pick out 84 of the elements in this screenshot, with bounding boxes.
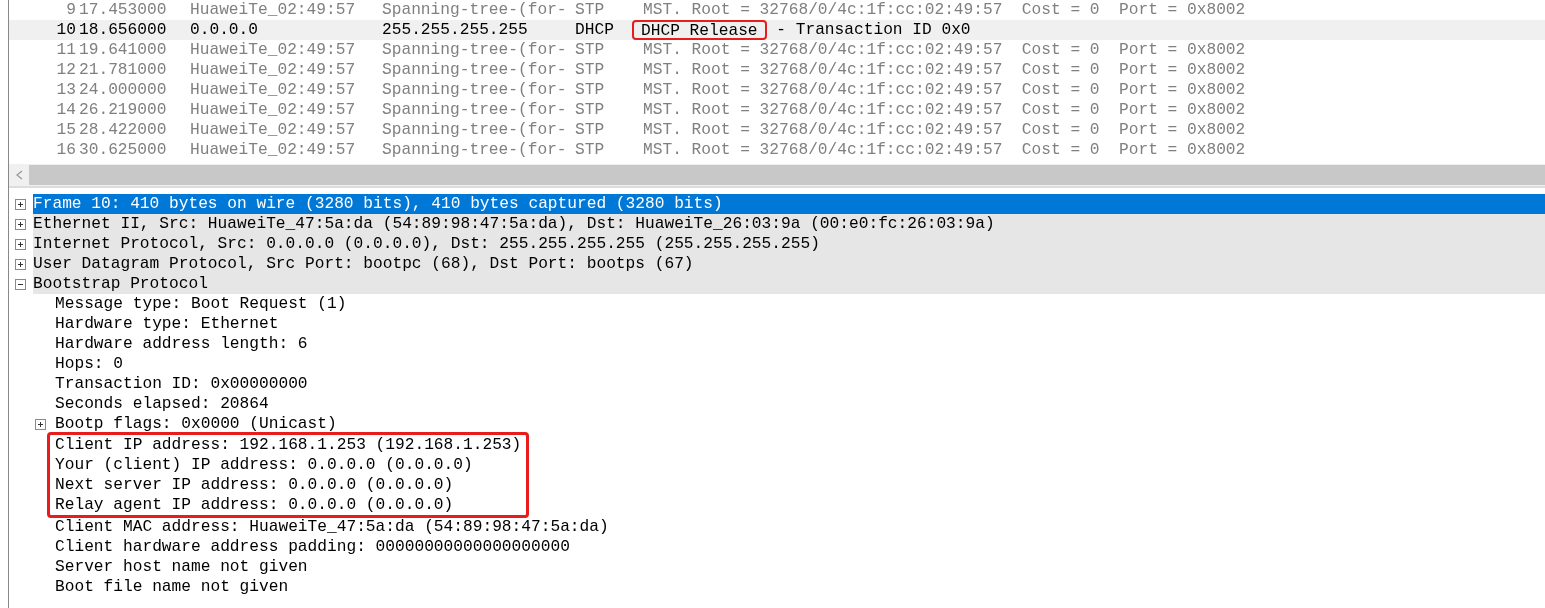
packet-number: 16 (55, 140, 77, 160)
tree-leaf[interactable]: Next server IP address: 0.0.0.0 (0.0.0.0) (55, 475, 522, 495)
tree-leaf[interactable]: Server host name not given (9, 557, 1545, 578)
packet-time: 24.000000 (79, 80, 168, 100)
tree-leaf[interactable]: Your (client) IP address: 0.0.0.0 (0.0.0.0) (55, 455, 522, 475)
packet-number: 9 (65, 0, 77, 20)
packet-number: 11 (55, 40, 77, 60)
tree-leaf[interactable]: Hardware type: Ethernet (9, 314, 1545, 334)
packet-destination: Spanning-tree-(for- (382, 100, 568, 120)
tree-leaf[interactable]: Boot file name not given (9, 577, 1545, 598)
tree-leaf[interactable]: Bootp flags: 0x0000 (Unicast) (55, 414, 337, 434)
packet-protocol: STP (575, 120, 606, 140)
packet-time: 18.656000 (79, 20, 168, 40)
tree-leaf[interactable]: Seconds elapsed: 20864 (9, 394, 1545, 414)
packet-row[interactable]: 15 28.422000 HuaweiTe_02:49:57 Spanning-tree-(for- STP MST. Root = 32768/0/4c:1f:cc:02:49:57 Cost = 0 Port = 0x8002 (9, 120, 1545, 140)
packet-time: 19.641000 (79, 40, 168, 60)
tree-leaf[interactable]: Hardware address length: 6 (9, 334, 1545, 354)
tree-leaf[interactable]: Client MAC address: HuaweiTe_47:5a:da (54:89:98:47:5a:da) (9, 517, 1545, 538)
horizontal-scrollbar[interactable] (29, 165, 1545, 185)
expand-icon[interactable] (15, 198, 26, 210)
packet-row[interactable]: 10 18.656000 0.0.0.0 255.255.255.255 DHCP DHCP Release - Transaction ID 0x0 (9, 20, 1545, 40)
tree-node[interactable]: Frame 10: 410 bytes on wire (3280 bits), 410 bytes captured (3280 bits) (33, 194, 1545, 214)
packet-destination: Spanning-tree-(for- (382, 120, 568, 140)
expand-icon[interactable] (35, 418, 46, 430)
packet-protocol: STP (575, 140, 606, 160)
packet-info: - Transaction ID 0x0 (775, 20, 971, 40)
packet-source: HuaweiTe_02:49:57 (190, 120, 357, 140)
packet-row[interactable]: 13 24.000000 HuaweiTe_02:49:57 Spanning-tree-(for- STP MST. Root = 32768/0/4c:1f:cc:02:49:57 Cost = 0 Port = 0x8002 (9, 80, 1545, 100)
packet-destination: Spanning-tree-(for- (382, 60, 568, 80)
packet-info: MST. Root = 32768/0/4c:1f:cc:02:49:57 Cost = 0 Port = 0x8002 (643, 140, 1246, 160)
packet-info: MST. Root = 32768/0/4c:1f:cc:02:49:57 Cost = 0 Port = 0x8002 (643, 60, 1246, 80)
packet-time: 26.219000 (79, 100, 168, 120)
packet-source: HuaweiTe_02:49:57 (190, 100, 357, 120)
packet-destination: Spanning-tree-(for- (382, 140, 568, 160)
packet-protocol: STP (575, 80, 606, 100)
tree-leaf[interactable]: Client hardware address padding: 00000000000000000000 (9, 537, 1545, 558)
packet-source: HuaweiTe_02:49:57 (190, 80, 357, 100)
packet-destination: Spanning-tree-(for- (382, 80, 568, 100)
highlighted-info: DHCP Release (632, 20, 767, 40)
packet-info: MST. Root = 32768/0/4c:1f:cc:02:49:57 Cost = 0 Port = 0x8002 (643, 100, 1246, 120)
expand-icon[interactable] (15, 238, 26, 250)
tree-node[interactable]: Bootstrap Protocol (33, 274, 1545, 294)
tree-leaf[interactable]: Transaction ID: 0x00000000 (9, 374, 1545, 394)
packet-row[interactable]: 16 30.625000 HuaweiTe_02:49:57 Spanning-tree-(for- STP MST. Root = 32768/0/4c:1f:cc:02:49:57 Cost = 0 Port = 0x8002 (9, 140, 1545, 160)
packet-info: MST. Root = 32768/0/4c:1f:cc:02:49:57 Cost = 0 Port = 0x8002 (643, 40, 1246, 60)
packet-info: MST. Root = 32768/0/4c:1f:cc:02:49:57 Cost = 0 Port = 0x8002 (643, 120, 1246, 140)
tree-leaf[interactable]: Hops: 0 (9, 354, 1545, 374)
packet-source: HuaweiTe_02:49:57 (190, 0, 357, 20)
expand-icon[interactable] (15, 218, 26, 230)
packet-row[interactable]: 9 17.453000 HuaweiTe_02:49:57 Spanning-tree-(for- STP MST. Root = 32768/0/4c:1f:cc:02:49:57 Cost = 0 Port = 0x8002 (9, 0, 1545, 20)
packet-number: 10 (55, 20, 77, 40)
packet-source: HuaweiTe_02:49:57 (190, 60, 357, 80)
packet-source: HuaweiTe_02:49:57 (190, 40, 357, 60)
packet-protocol: DHCP (575, 20, 615, 40)
tree-node[interactable]: Ethernet II, Src: HuaweiTe_47:5a:da (54:89:98:47:5a:da), Dst: HuaweiTe_26:03:9a (00:e0:fc:26:03:9a) (33, 214, 1545, 234)
tree-node[interactable]: Internet Protocol, Src: 0.0.0.0 (0.0.0.0), Dst: 255.255.255.255 (255.255.255.255) (33, 234, 1545, 254)
packet-info: MST. Root = 32768/0/4c:1f:cc:02:49:57 Cost = 0 Port = 0x8002 (643, 80, 1246, 100)
tree-leaf[interactable]: Client IP address: 192.168.1.253 (192.168.1.253) (55, 435, 522, 455)
packet-number: 14 (55, 100, 77, 120)
packet-number: 12 (55, 60, 77, 80)
packet-destination: 255.255.255.255 (382, 20, 529, 40)
packet-protocol: STP (575, 60, 606, 80)
packet-row[interactable]: 14 26.219000 HuaweiTe_02:49:57 Spanning-tree-(for- STP MST. Root = 32768/0/4c:1f:cc:02:49:57 Cost = 0 Port = 0x8002 (9, 100, 1545, 120)
packet-time: 30.625000 (79, 140, 168, 160)
tree-leaf[interactable]: Message type: Boot Request (1) (9, 294, 1545, 314)
packet-info: MST. Root = 32768/0/4c:1f:cc:02:49:57 Cost = 0 Port = 0x8002 (643, 0, 1246, 20)
packet-time: 21.781000 (79, 60, 168, 80)
packet-destination: Spanning-tree-(for- (382, 0, 568, 20)
packet-row[interactable]: 11 19.641000 HuaweiTe_02:49:57 Spanning-tree-(for- STP MST. Root = 32768/0/4c:1f:cc:02:49:57 Cost = 0 Port = 0x8002 (9, 40, 1545, 60)
tree-leaf[interactable]: Relay agent IP address: 0.0.0.0 (0.0.0.0) (55, 495, 522, 515)
packet-number: 15 (55, 120, 77, 140)
packet-time: 17.453000 (79, 0, 168, 20)
packet-source: 0.0.0.0 (190, 20, 259, 40)
collapse-icon[interactable] (15, 278, 26, 290)
expand-icon[interactable] (15, 258, 26, 270)
packet-source: HuaweiTe_02:49:57 (190, 140, 357, 160)
packet-protocol: STP (575, 100, 606, 120)
tree-node[interactable]: User Datagram Protocol, Src Port: bootpc (68), Dst Port: bootps (67) (33, 254, 1545, 274)
packet-protocol: STP (575, 40, 606, 60)
packet-time: 28.422000 (79, 120, 168, 140)
packet-number: 13 (55, 80, 77, 100)
packet-destination: Spanning-tree-(for- (382, 40, 568, 60)
packet-row[interactable]: 12 21.781000 HuaweiTe_02:49:57 Spanning-tree-(for- STP MST. Root = 32768/0/4c:1f:cc:02:49:57 Cost = 0 Port = 0x8002 (9, 60, 1545, 80)
packet-protocol: STP (575, 0, 606, 20)
